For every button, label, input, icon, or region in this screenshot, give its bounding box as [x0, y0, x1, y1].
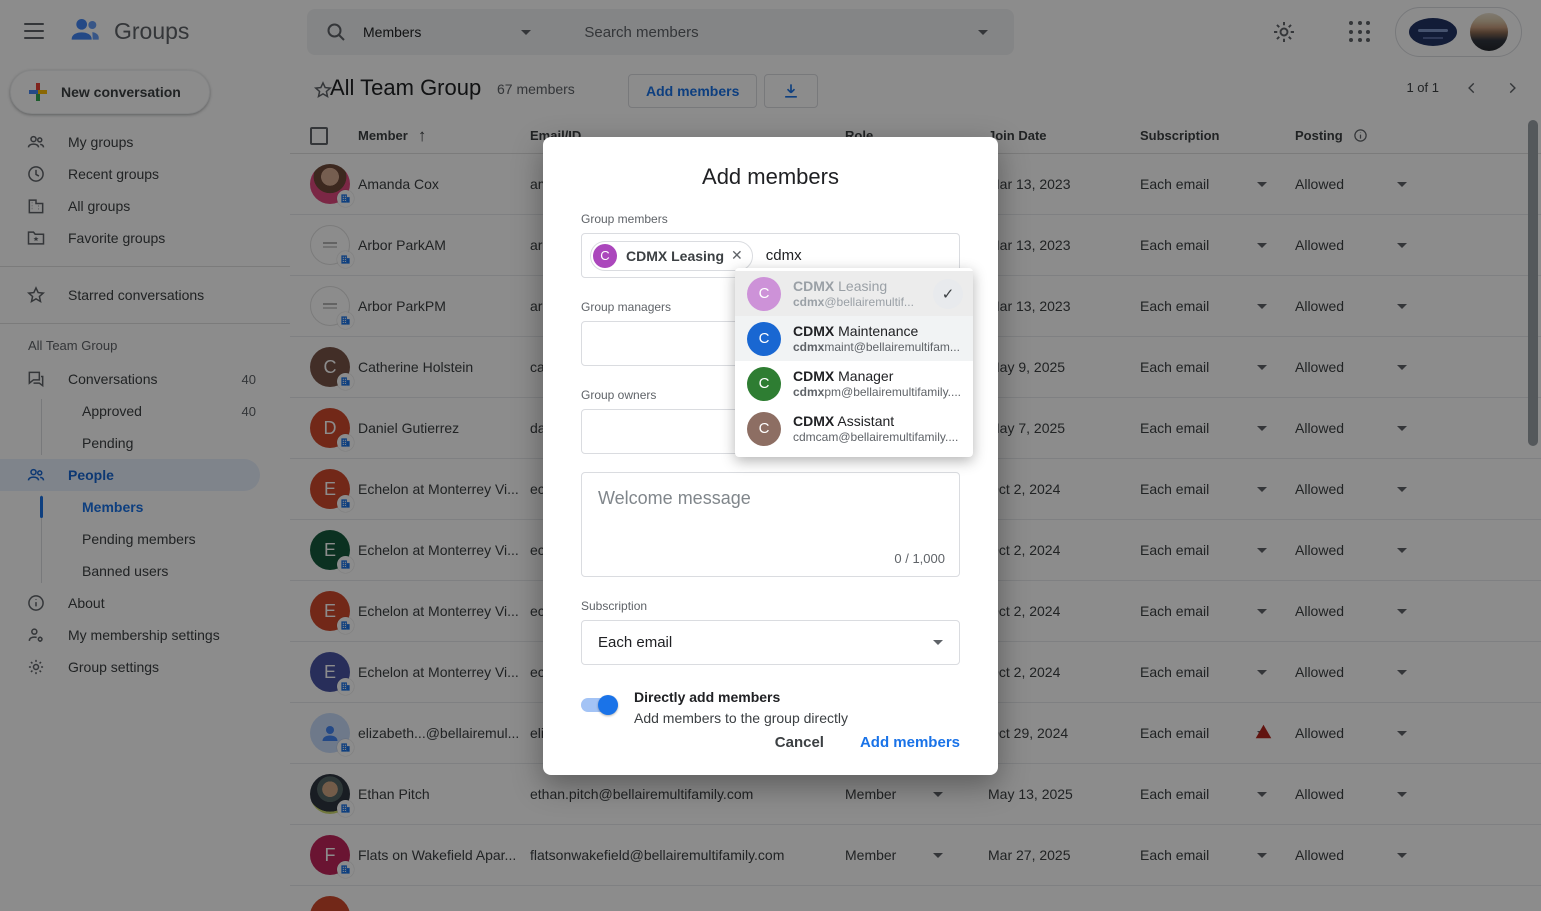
- character-counter: 0 / 1,000: [894, 551, 945, 566]
- suggestion-email: cdmx@bellairemultif...: [793, 295, 914, 309]
- suggestion-item[interactable]: C CDMX Assistant cdmcam@bellairemultifamil…: [735, 406, 973, 451]
- google-groups-app: Groups Members Search members New conver…: [0, 0, 1541, 911]
- suggestion-name: CDMX Manager: [793, 368, 894, 384]
- suggestion-name: CDMX Maintenance: [793, 323, 919, 339]
- subscription-select[interactable]: Each email: [581, 620, 960, 665]
- suggestion-name: CDMX Leasing: [793, 278, 888, 294]
- group-members-label: Group members: [581, 212, 668, 226]
- suggestion-avatar: C: [747, 366, 781, 401]
- directly-add-toggle[interactable]: [581, 695, 618, 715]
- member-suggestions-dropdown: C CDMX Leasing cdmx@bellairemultif... ✓ C CDM…: [735, 268, 973, 457]
- suggestion-avatar: C: [747, 321, 781, 356]
- chip-name: CDMX Leasing: [626, 247, 725, 264]
- suggestion-avatar: C: [747, 276, 781, 311]
- suggestion-item[interactable]: C CDMX Manager cdmxpm@bellairemultifamily.…: [735, 361, 973, 406]
- subscription-selected-value: Each email: [598, 634, 673, 651]
- submit-add-members-button[interactable]: Add members: [860, 734, 960, 751]
- toggle-title: Directly add members: [634, 689, 781, 705]
- welcome-message-placeholder: Welcome message: [598, 488, 751, 508]
- welcome-message-input[interactable]: Welcome message 0 / 1,000: [581, 472, 960, 577]
- subscription-caret-icon: [933, 640, 943, 645]
- suggestion-avatar: C: [747, 411, 781, 446]
- toggle-subtitle: Add members to the group directly: [634, 710, 848, 726]
- cancel-button[interactable]: Cancel: [775, 734, 824, 751]
- chip-avatar: C: [593, 243, 617, 268]
- suggestion-name: CDMX Assistant: [793, 413, 895, 429]
- dialog-title: Add members: [702, 164, 839, 189]
- suggestion-email: cdmcam@bellairemultifamily....: [793, 430, 959, 444]
- subscription-label: Subscription: [581, 599, 648, 613]
- suggestion-email: cdmxpm@bellairemultifamily....: [793, 385, 962, 399]
- selected-check-icon: ✓: [933, 278, 963, 309]
- typed-query: cdmx: [765, 247, 802, 264]
- suggestion-item[interactable]: C CDMX Maintenance cdmxmaint@bellairemulti…: [735, 316, 973, 361]
- suggestion-item[interactable]: C CDMX Leasing cdmx@bellairemultif... ✓: [735, 271, 973, 316]
- chip-remove-icon[interactable]: ✕: [731, 247, 743, 264]
- suggestion-email: cdmxmaint@bellairemultifam...: [793, 340, 960, 354]
- member-chip[interactable]: C CDMX Leasing ✕: [590, 240, 753, 271]
